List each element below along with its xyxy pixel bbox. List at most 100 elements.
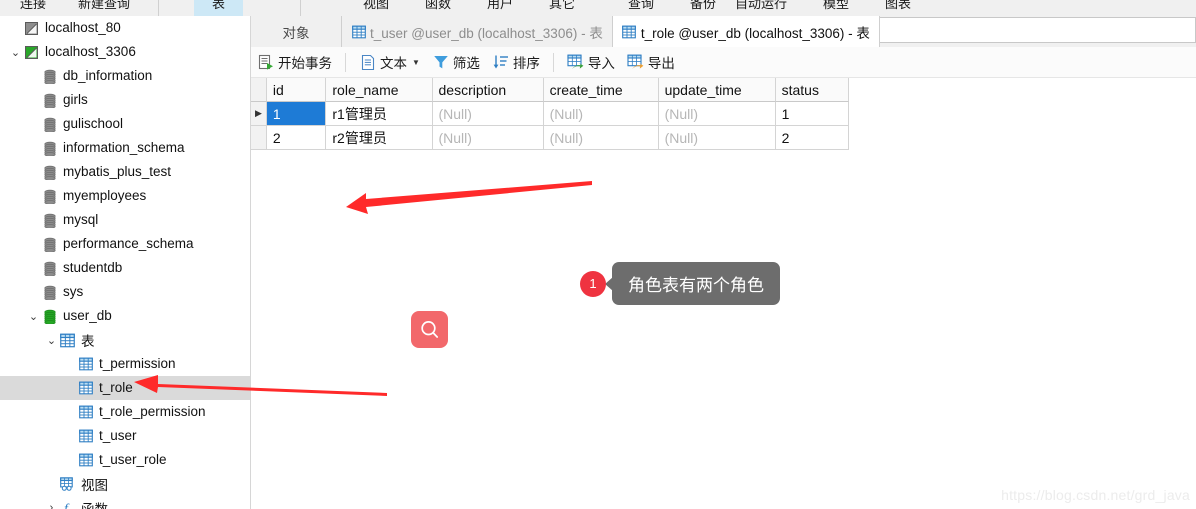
tree-item-t_role_permission[interactable]: t_role_permission — [0, 400, 250, 424]
tree-item-gulischool[interactable]: gulischool — [0, 112, 250, 136]
data-grid[interactable]: id role_name description create_time update_… — [251, 78, 850, 150]
tree-item-mysql[interactable]: mysql — [0, 208, 250, 232]
grid-header-row: id role_name description create_time update_… — [251, 78, 850, 102]
tree-item-[interactable]: › f 函数 — [0, 496, 250, 509]
menu-item-3[interactable]: 视图 — [363, 0, 389, 13]
tree-item-girls[interactable]: girls — [0, 88, 250, 112]
tree-item-sys[interactable]: sys — [0, 280, 250, 304]
tree-item-t_permission[interactable]: t_permission — [0, 352, 250, 376]
grid-column-header[interactable]: update_time — [658, 78, 776, 102]
menu-item-6[interactable]: 其它 — [549, 0, 575, 13]
grid-column-header[interactable]: status — [775, 78, 850, 102]
tree-item-t_user_role[interactable]: t_user_role — [0, 448, 250, 472]
toolbar-button-0[interactable]: 开始事务 — [251, 50, 338, 74]
menu-item-9[interactable]: 自动运行 — [735, 0, 787, 13]
table-row[interactable]: ▶ 1 r1管理员 (Null) (Null) (Null) 1 — [251, 102, 850, 126]
database-icon — [40, 256, 59, 280]
object-tree-sidebar[interactable]: localhost_80 ⌄ localhost_3306 db_informatio… — [0, 16, 250, 509]
grid-column-header[interactable]: description — [432, 78, 544, 102]
grid-column-header[interactable]: role_name — [326, 78, 433, 102]
editor-tab-label: t_role @user_db (localhost_3306) - 表 — [640, 25, 870, 41]
chevron-down-icon[interactable]: ⌄ — [9, 40, 22, 64]
table-row[interactable]: 2 r2管理员 (Null) (Null) (Null) 2 — [251, 126, 850, 150]
toolbar-button-label: 导出 — [647, 56, 675, 71]
grid-cell[interactable]: (Null) — [432, 126, 544, 150]
grid-cell[interactable]: r2管理员 — [326, 126, 433, 150]
menu-item-10[interactable]: 模型 — [823, 0, 849, 13]
tree-item-db_information[interactable]: db_information — [0, 64, 250, 88]
chevron-down-icon[interactable]: ▼ — [412, 58, 420, 67]
grid-cell[interactable]: (Null) — [658, 102, 776, 126]
tree-item-label: db_information — [63, 68, 153, 83]
database-icon — [40, 136, 59, 160]
menu-item-7[interactable]: 查询 — [628, 0, 654, 13]
grid-action-toolbar[interactable]: 开始事务 文本 ▼ 筛选 排序 导入 导出 — [251, 47, 1196, 78]
main-content-pane: 对象 t_user @user_db (localhost_3306) - 表 t… — [251, 16, 1196, 509]
tree-item-label: t_user — [99, 428, 137, 443]
connection-icon — [22, 40, 41, 64]
grid-cell[interactable]: 1 — [266, 102, 327, 126]
tree-item-[interactable]: 视图 — [0, 472, 250, 496]
tree-item-studentdb[interactable]: studentdb — [0, 256, 250, 280]
grid-cell[interactable]: 2 — [266, 126, 327, 150]
tree-item-t_user[interactable]: t_user — [0, 424, 250, 448]
tree-item-localhost_3306[interactable]: ⌄ localhost_3306 — [0, 40, 250, 64]
connection-icon — [22, 16, 41, 40]
svg-text:f: f — [64, 502, 70, 509]
editor-tab-0[interactable]: t_user @user_db (localhost_3306) - 表 — [342, 16, 613, 47]
menu-item-4[interactable]: 函数 — [425, 0, 451, 13]
tree-item-t_role[interactable]: t_role — [0, 376, 250, 400]
tree-item-label: mybatis_plus_test — [63, 164, 172, 179]
tree-item-label: localhost_80 — [45, 20, 121, 35]
chevron-down-icon[interactable]: ⌄ — [45, 328, 58, 352]
view-icon — [58, 472, 77, 496]
tree-item-[interactable]: ⌄ 表 — [0, 328, 250, 352]
chevron-down-icon[interactable]: ⌄ — [27, 304, 40, 328]
database-icon — [40, 64, 59, 88]
grid-cell[interactable]: 2 — [775, 126, 850, 150]
menu-item-5[interactable]: 用户 — [487, 0, 513, 13]
menu-item-8[interactable]: 备份 — [690, 0, 716, 13]
toolbar-button-3[interactable]: 排序 — [486, 50, 546, 74]
tree-item-performance_schema[interactable]: performance_schema — [0, 232, 250, 256]
tree-item-information_schema[interactable]: information_schema — [0, 136, 250, 160]
toolbar-button-5[interactable]: 导出 — [621, 50, 681, 74]
menu-item-1[interactable]: 新建查询 — [78, 0, 130, 13]
grid-cell[interactable]: (Null) — [543, 126, 659, 150]
grid-column-header[interactable]: create_time — [543, 78, 659, 102]
toolbar-button-1[interactable]: 文本 ▼ — [353, 50, 426, 74]
menu-item-11[interactable]: 图表 — [885, 0, 911, 13]
menu-separator-1 — [300, 0, 301, 16]
tree-item-label: sys — [63, 284, 84, 299]
menu-item-2[interactable]: 表 — [194, 0, 244, 16]
chevron-right-icon[interactable]: › — [45, 496, 58, 509]
tab-bar[interactable]: 对象 t_user @user_db (localhost_3306) - 表 t… — [251, 16, 1196, 47]
tree-item-label: information_schema — [63, 140, 185, 155]
tab-object[interactable]: 对象 — [251, 16, 342, 47]
grid-cell[interactable]: 1 — [775, 102, 850, 126]
menu-separator-0 — [158, 0, 159, 16]
grid-cell[interactable]: (Null) — [658, 126, 776, 150]
tree-item-localhost_80[interactable]: localhost_80 — [0, 16, 250, 40]
tree-item-label: t_role_permission — [99, 404, 206, 419]
toolbar-button-label: 文本 — [380, 56, 407, 71]
grid-column-header[interactable]: id — [266, 78, 327, 102]
editor-tab-1[interactable]: t_role @user_db (localhost_3306) - 表 — [612, 16, 880, 47]
tree-item-user_db[interactable]: ⌄ user_db — [0, 304, 250, 328]
toolbar-button-4[interactable]: 导入 — [561, 50, 621, 74]
tree-item-label: 表 — [81, 333, 95, 349]
grid-cell[interactable]: r1管理员 — [326, 102, 433, 126]
grid-cell[interactable]: (Null) — [543, 102, 659, 126]
grid-cell[interactable]: (Null) — [432, 102, 544, 126]
toolbar-button-2[interactable]: 筛选 — [426, 50, 486, 74]
tree-item-myemployees[interactable]: myemployees — [0, 184, 250, 208]
tab-bar-empty-area — [879, 17, 1196, 43]
menu-item-0[interactable]: 连接 — [20, 0, 46, 13]
table-icon — [76, 448, 95, 472]
tree-item-mybatis_plus_test[interactable]: mybatis_plus_test — [0, 160, 250, 184]
